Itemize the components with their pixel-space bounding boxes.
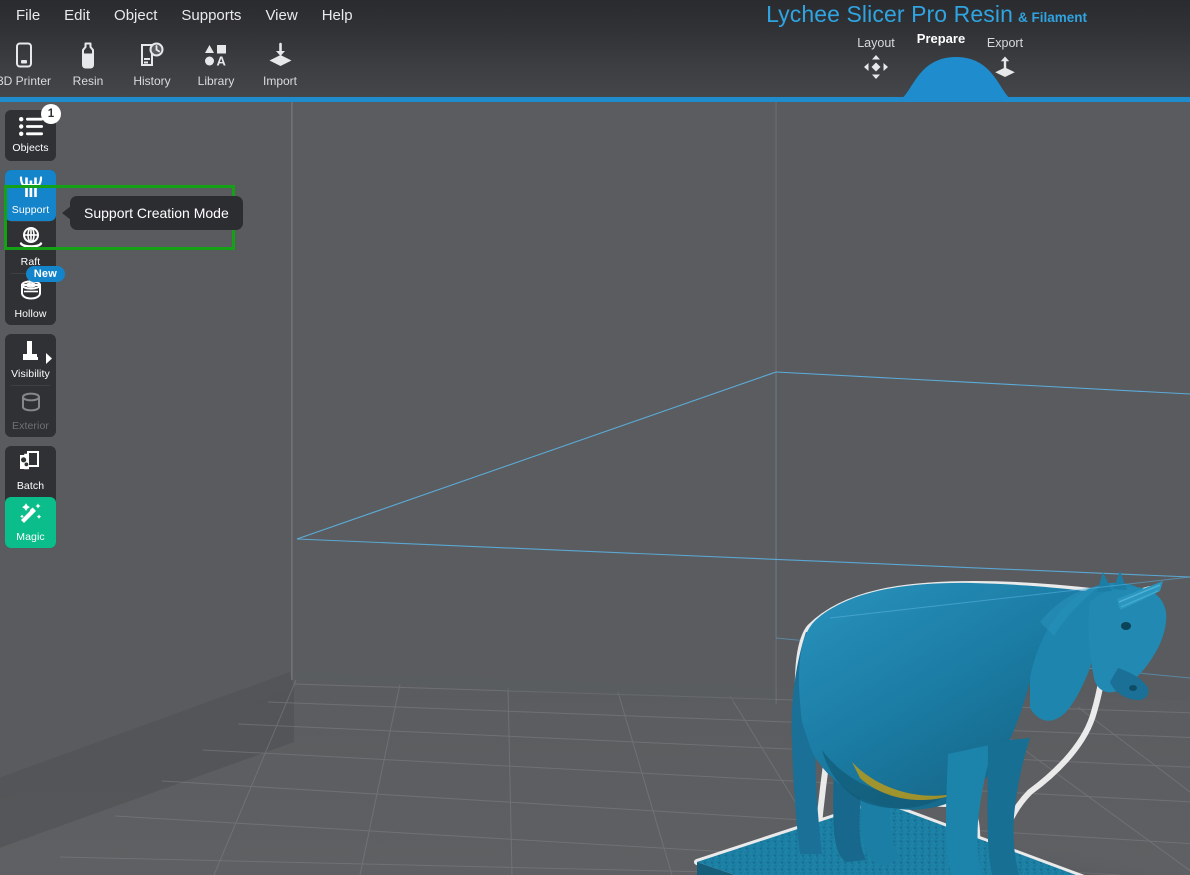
mode-tabs: Layout Prepare Export: [836, 36, 1076, 102]
menu-supports[interactable]: Supports: [169, 2, 253, 30]
toolbar-library-button[interactable]: A Library: [184, 40, 248, 88]
menu-bar: File Edit Object Supports View Help: [0, 0, 365, 32]
rail-group-prepare: Support Raft New: [5, 170, 56, 325]
sidebar-item-objects[interactable]: 1 Objects: [5, 110, 56, 161]
toolbar-import-label: Import: [263, 74, 297, 88]
hollow-new-badge: New: [26, 266, 65, 282]
toolbar-library-label: Library: [198, 74, 235, 88]
tooltip-text: Support Creation Mode: [70, 196, 243, 230]
support-pillars-icon: [18, 176, 44, 203]
move-arrows-icon: [836, 54, 916, 85]
chevron-right-icon[interactable]: [46, 351, 53, 369]
sidebar-item-support[interactable]: Support: [5, 170, 56, 221]
toolbar-3d-printer-label: 3D Printer: [0, 74, 51, 88]
lychee-slicer-window: File Edit Object Supports View Help Lych…: [0, 0, 1190, 875]
menu-object[interactable]: Object: [102, 2, 169, 30]
support-tooltip: Support Creation Mode: [62, 196, 243, 230]
toolbar-import-button[interactable]: Import: [248, 40, 312, 88]
sidebar-item-exterior-label: Exterior: [12, 421, 49, 432]
app-title: Lychee Slicer Pro Resin & Filament: [766, 1, 1087, 28]
sidebar-item-batch-label: Batch: [17, 481, 44, 492]
sidebar-item-objects-label: Objects: [12, 143, 48, 154]
toolbar-history-label: History: [133, 74, 170, 88]
menu-edit[interactable]: Edit: [52, 2, 102, 30]
raft-icon: [18, 227, 44, 255]
import-download-icon: [267, 40, 294, 70]
toolbar-3d-printer-button[interactable]: 3D Printer: [0, 40, 56, 88]
objects-count-badge: 1: [41, 104, 61, 124]
resin-bottle-icon: [78, 40, 98, 70]
list-icon: [19, 117, 43, 141]
header-accent-bar: [0, 97, 1190, 102]
history-clock-icon: [139, 40, 165, 70]
toolbar-resin-button[interactable]: Resin: [56, 40, 120, 88]
sidebar-item-hollow-label: Hollow: [14, 309, 46, 320]
visibility-icon: [18, 340, 43, 367]
tab-export-label: Export: [965, 36, 1045, 50]
app-title-subtitle: & Filament: [1018, 10, 1087, 25]
batch-gears-icon: [18, 451, 43, 479]
hollow-icon: [18, 279, 44, 307]
printer-icon: [13, 40, 35, 70]
menu-view[interactable]: View: [253, 2, 309, 30]
sidebar-item-magic-label: Magic: [16, 532, 45, 543]
svg-text:A: A: [217, 54, 227, 69]
magic-wand-icon: [18, 502, 43, 530]
left-tool-rail: 1 Objects: [5, 110, 56, 557]
sidebar-item-hollow[interactable]: New Hollow: [5, 274, 56, 325]
sidebar-item-visibility-label: Visibility: [11, 369, 50, 380]
rail-group-tools: Batch Magic: [5, 446, 56, 548]
toolbar-resin-label: Resin: [73, 74, 104, 88]
app-title-brand: Lychee Slicer Pro Resin: [766, 1, 1013, 28]
library-shapes-icon: A: [203, 40, 229, 70]
rail-group-visibility: Visibility Exterior: [5, 334, 56, 437]
menu-file[interactable]: File: [4, 2, 52, 30]
export-upload-icon: [965, 54, 1045, 85]
application-header: File Edit Object Supports View Help Lych…: [0, 0, 1190, 102]
top-toolbar: 3D Printer Resin: [0, 40, 312, 96]
sidebar-item-support-label: Support: [12, 205, 49, 216]
sidebar-item-batch[interactable]: Batch: [5, 446, 56, 497]
rail-group-objects: 1 Objects: [5, 110, 56, 161]
sidebar-item-magic[interactable]: Magic: [5, 497, 56, 548]
cylinder-icon: [19, 392, 43, 419]
sidebar-item-exterior[interactable]: Exterior: [5, 386, 56, 437]
sidebar-item-visibility[interactable]: Visibility: [5, 334, 56, 385]
tab-export[interactable]: Export: [965, 36, 1045, 85]
menu-help[interactable]: Help: [310, 2, 365, 30]
toolbar-history-button[interactable]: History: [120, 40, 184, 88]
